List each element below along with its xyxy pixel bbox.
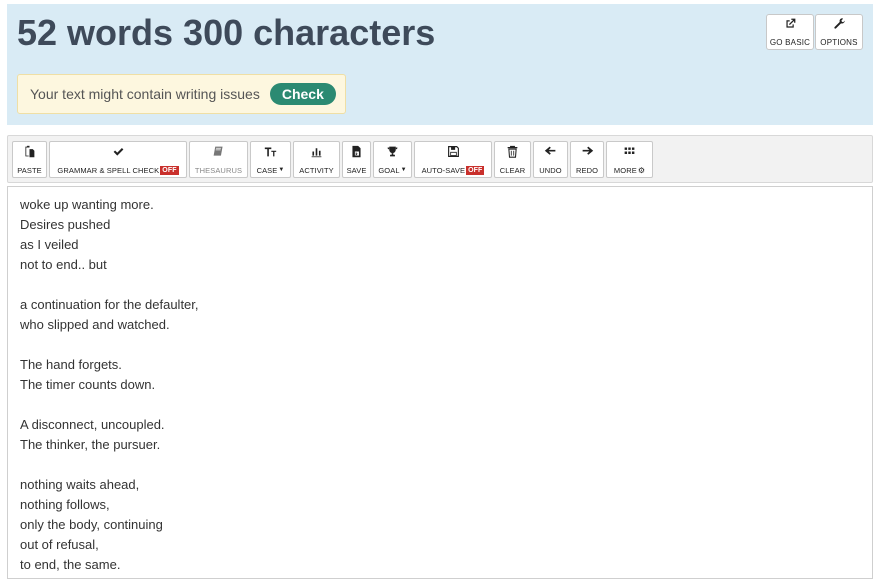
case-label: CASE ▼ xyxy=(257,166,285,175)
text-line xyxy=(20,275,860,295)
trophy-icon xyxy=(386,145,399,163)
activity-button[interactable]: ACTIVITY xyxy=(293,141,340,178)
arrow-left-icon xyxy=(544,145,557,163)
save-file-icon xyxy=(350,145,363,163)
clear-label: CLEAR xyxy=(499,165,526,175)
header-panel: 52 words 300 characters GO BASIC OPTIONS… xyxy=(7,4,873,125)
book-icon xyxy=(212,145,225,163)
text-case-icon xyxy=(264,145,277,163)
text-line xyxy=(20,455,860,475)
caret-down-icon: ▼ xyxy=(278,167,285,173)
go-basic-label: GO BASIC xyxy=(769,38,811,47)
text-line: The hand forgets. xyxy=(20,357,122,372)
grid-icon xyxy=(623,145,636,163)
goal-label-text: GOAL xyxy=(378,165,400,175)
text-line: who slipped and watched. xyxy=(20,317,170,332)
clipboard-icon xyxy=(23,145,36,163)
more-button[interactable]: MORE ⚙ xyxy=(606,141,653,178)
floppy-disk-icon xyxy=(447,145,460,163)
check-button[interactable]: Check xyxy=(269,83,336,105)
trash-icon xyxy=(506,145,519,163)
options-label: OPTIONS xyxy=(820,38,858,47)
text-line xyxy=(20,335,860,355)
text-line: out of refusal, xyxy=(20,537,99,552)
text-line: Desires pushed xyxy=(20,217,111,232)
grammar-label-text: GRAMMAR & SPELL CHECK xyxy=(57,165,160,175)
text-editor[interactable]: woke up wanting more. Desires pushed as I … xyxy=(7,186,873,579)
gear-icon: ⚙ xyxy=(637,165,646,175)
save-label: SAVE xyxy=(346,165,367,175)
goal-label: GOAL ▼ xyxy=(378,166,406,175)
checkmark-icon xyxy=(112,145,125,163)
thesaurus-label: THESAURUS xyxy=(194,165,243,175)
auto-save-button[interactable]: AUTO-SAVE OFF xyxy=(414,141,492,178)
grammar-label: GRAMMAR & SPELL CHECK OFF xyxy=(57,165,179,175)
redo-button[interactable]: REDO xyxy=(570,141,604,178)
goal-button[interactable]: GOAL ▼ xyxy=(373,141,412,178)
activity-label: ACTIVITY xyxy=(299,165,334,175)
text-line: nothing follows, xyxy=(20,497,110,512)
text-line: only the body, continuing xyxy=(20,517,163,532)
case-button[interactable]: CASE ▼ xyxy=(250,141,291,178)
text-line: woke up wanting more. xyxy=(20,197,154,212)
text-line: A disconnect, uncoupled. xyxy=(20,417,165,432)
case-label-text: CASE xyxy=(256,165,278,175)
grammar-spell-check-button[interactable]: GRAMMAR & SPELL CHECK OFF xyxy=(49,141,187,178)
options-button[interactable]: OPTIONS xyxy=(815,14,863,50)
paste-label: PASTE xyxy=(17,165,42,175)
editor-content: woke up wanting more. Desires pushed as I … xyxy=(20,195,860,575)
wrench-icon xyxy=(833,17,846,35)
text-line: not to end.. but xyxy=(20,257,107,272)
text-line xyxy=(20,395,860,415)
bar-chart-icon xyxy=(310,145,323,163)
text-line: nothing waits ahead, xyxy=(20,477,140,492)
external-link-icon xyxy=(784,17,797,35)
caret-down-icon: ▼ xyxy=(400,167,407,173)
writing-issues-message: Your text might contain writing issues xyxy=(30,86,260,102)
header-buttons: GO BASIC OPTIONS xyxy=(765,14,863,50)
paste-button[interactable]: PASTE xyxy=(12,141,47,178)
text-line: as I veiled xyxy=(20,237,79,252)
save-button[interactable]: SAVE xyxy=(342,141,371,178)
auto-save-label-text: AUTO-SAVE xyxy=(421,165,466,175)
text-line: The timer counts down. xyxy=(20,377,156,392)
undo-button[interactable]: UNDO xyxy=(533,141,568,178)
text-line: a continuation for the defaulter, xyxy=(20,297,199,312)
redo-label: REDO xyxy=(575,165,599,175)
text-line: to end, the same. xyxy=(20,557,121,572)
grammar-off-badge: OFF xyxy=(160,165,179,175)
word-count-title: 52 words 300 characters xyxy=(17,12,436,53)
thesaurus-button[interactable]: THESAURUS xyxy=(189,141,248,178)
text-line: The thinker, the pursuer. xyxy=(20,437,161,452)
go-basic-button[interactable]: GO BASIC xyxy=(766,14,814,50)
auto-save-off-badge: OFF xyxy=(466,165,485,175)
more-label: MORE ⚙ xyxy=(614,166,645,175)
clear-button[interactable]: CLEAR xyxy=(494,141,531,178)
arrow-right-icon xyxy=(581,145,594,163)
undo-label: UNDO xyxy=(539,165,562,175)
editor-toolbar: PASTE GRAMMAR & SPELL CHECK OFF THESAURU… xyxy=(7,135,873,183)
more-label-text: MORE xyxy=(613,165,637,175)
writing-issues-bar: Your text might contain writing issues C… xyxy=(17,74,346,114)
auto-save-label: AUTO-SAVE OFF xyxy=(421,165,485,175)
